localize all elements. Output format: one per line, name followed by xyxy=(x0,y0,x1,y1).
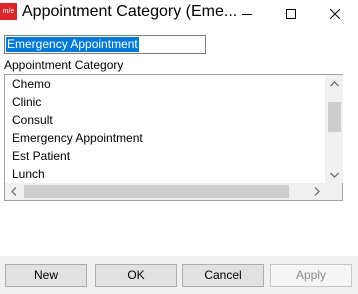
horizontal-scrollbar[interactable] xyxy=(5,183,325,200)
list-item[interactable]: Chemo xyxy=(5,75,325,93)
list-items: Chemo Clinic Consult Emergency Appointme… xyxy=(5,75,325,183)
chevron-down-icon xyxy=(330,172,339,178)
chevron-right-icon xyxy=(314,187,320,196)
close-icon xyxy=(330,8,340,19)
scroll-up-button[interactable] xyxy=(326,75,343,92)
list-item[interactable]: Consult xyxy=(5,111,325,129)
scrollbar-corner xyxy=(325,183,342,200)
title-bar[interactable]: m/e Appointment Category (Eme... xyxy=(0,0,358,27)
minimize-icon xyxy=(242,13,252,15)
category-name-value: Emergency Appointment xyxy=(6,37,139,52)
horizontal-scroll-thumb[interactable] xyxy=(24,185,289,198)
maximize-button[interactable] xyxy=(268,0,314,27)
list-item[interactable]: Clinic xyxy=(5,93,325,111)
list-item[interactable]: Est Patient xyxy=(5,147,325,165)
appointment-category-label: Appointment Category xyxy=(4,58,124,72)
scroll-down-button[interactable] xyxy=(326,166,343,183)
maximize-icon xyxy=(286,8,296,19)
vertical-scrollbar[interactable] xyxy=(325,75,343,183)
chevron-left-icon xyxy=(10,187,16,196)
new-button[interactable]: New xyxy=(5,264,87,287)
cancel-button[interactable]: Cancel xyxy=(182,264,264,287)
chevron-up-icon xyxy=(330,80,339,86)
ok-button[interactable]: OK xyxy=(95,264,177,287)
close-button[interactable] xyxy=(312,0,358,27)
list-item[interactable]: Lunch xyxy=(5,165,325,183)
apply-button[interactable]: Apply xyxy=(270,264,352,287)
vertical-scroll-thumb[interactable] xyxy=(328,102,341,132)
window-title: Appointment Category (Eme... xyxy=(22,3,238,20)
app-icon: m/e xyxy=(0,3,17,20)
list-item[interactable]: Emergency Appointment xyxy=(5,129,325,147)
appointment-category-list[interactable]: Chemo Clinic Consult Emergency Appointme… xyxy=(4,74,343,201)
button-bar: New OK Cancel Apply xyxy=(0,256,358,294)
category-name-input[interactable]: Emergency Appointment xyxy=(4,35,206,54)
scroll-right-button[interactable] xyxy=(308,183,325,200)
scroll-left-button[interactable] xyxy=(5,183,22,200)
minimize-button[interactable] xyxy=(224,0,270,27)
